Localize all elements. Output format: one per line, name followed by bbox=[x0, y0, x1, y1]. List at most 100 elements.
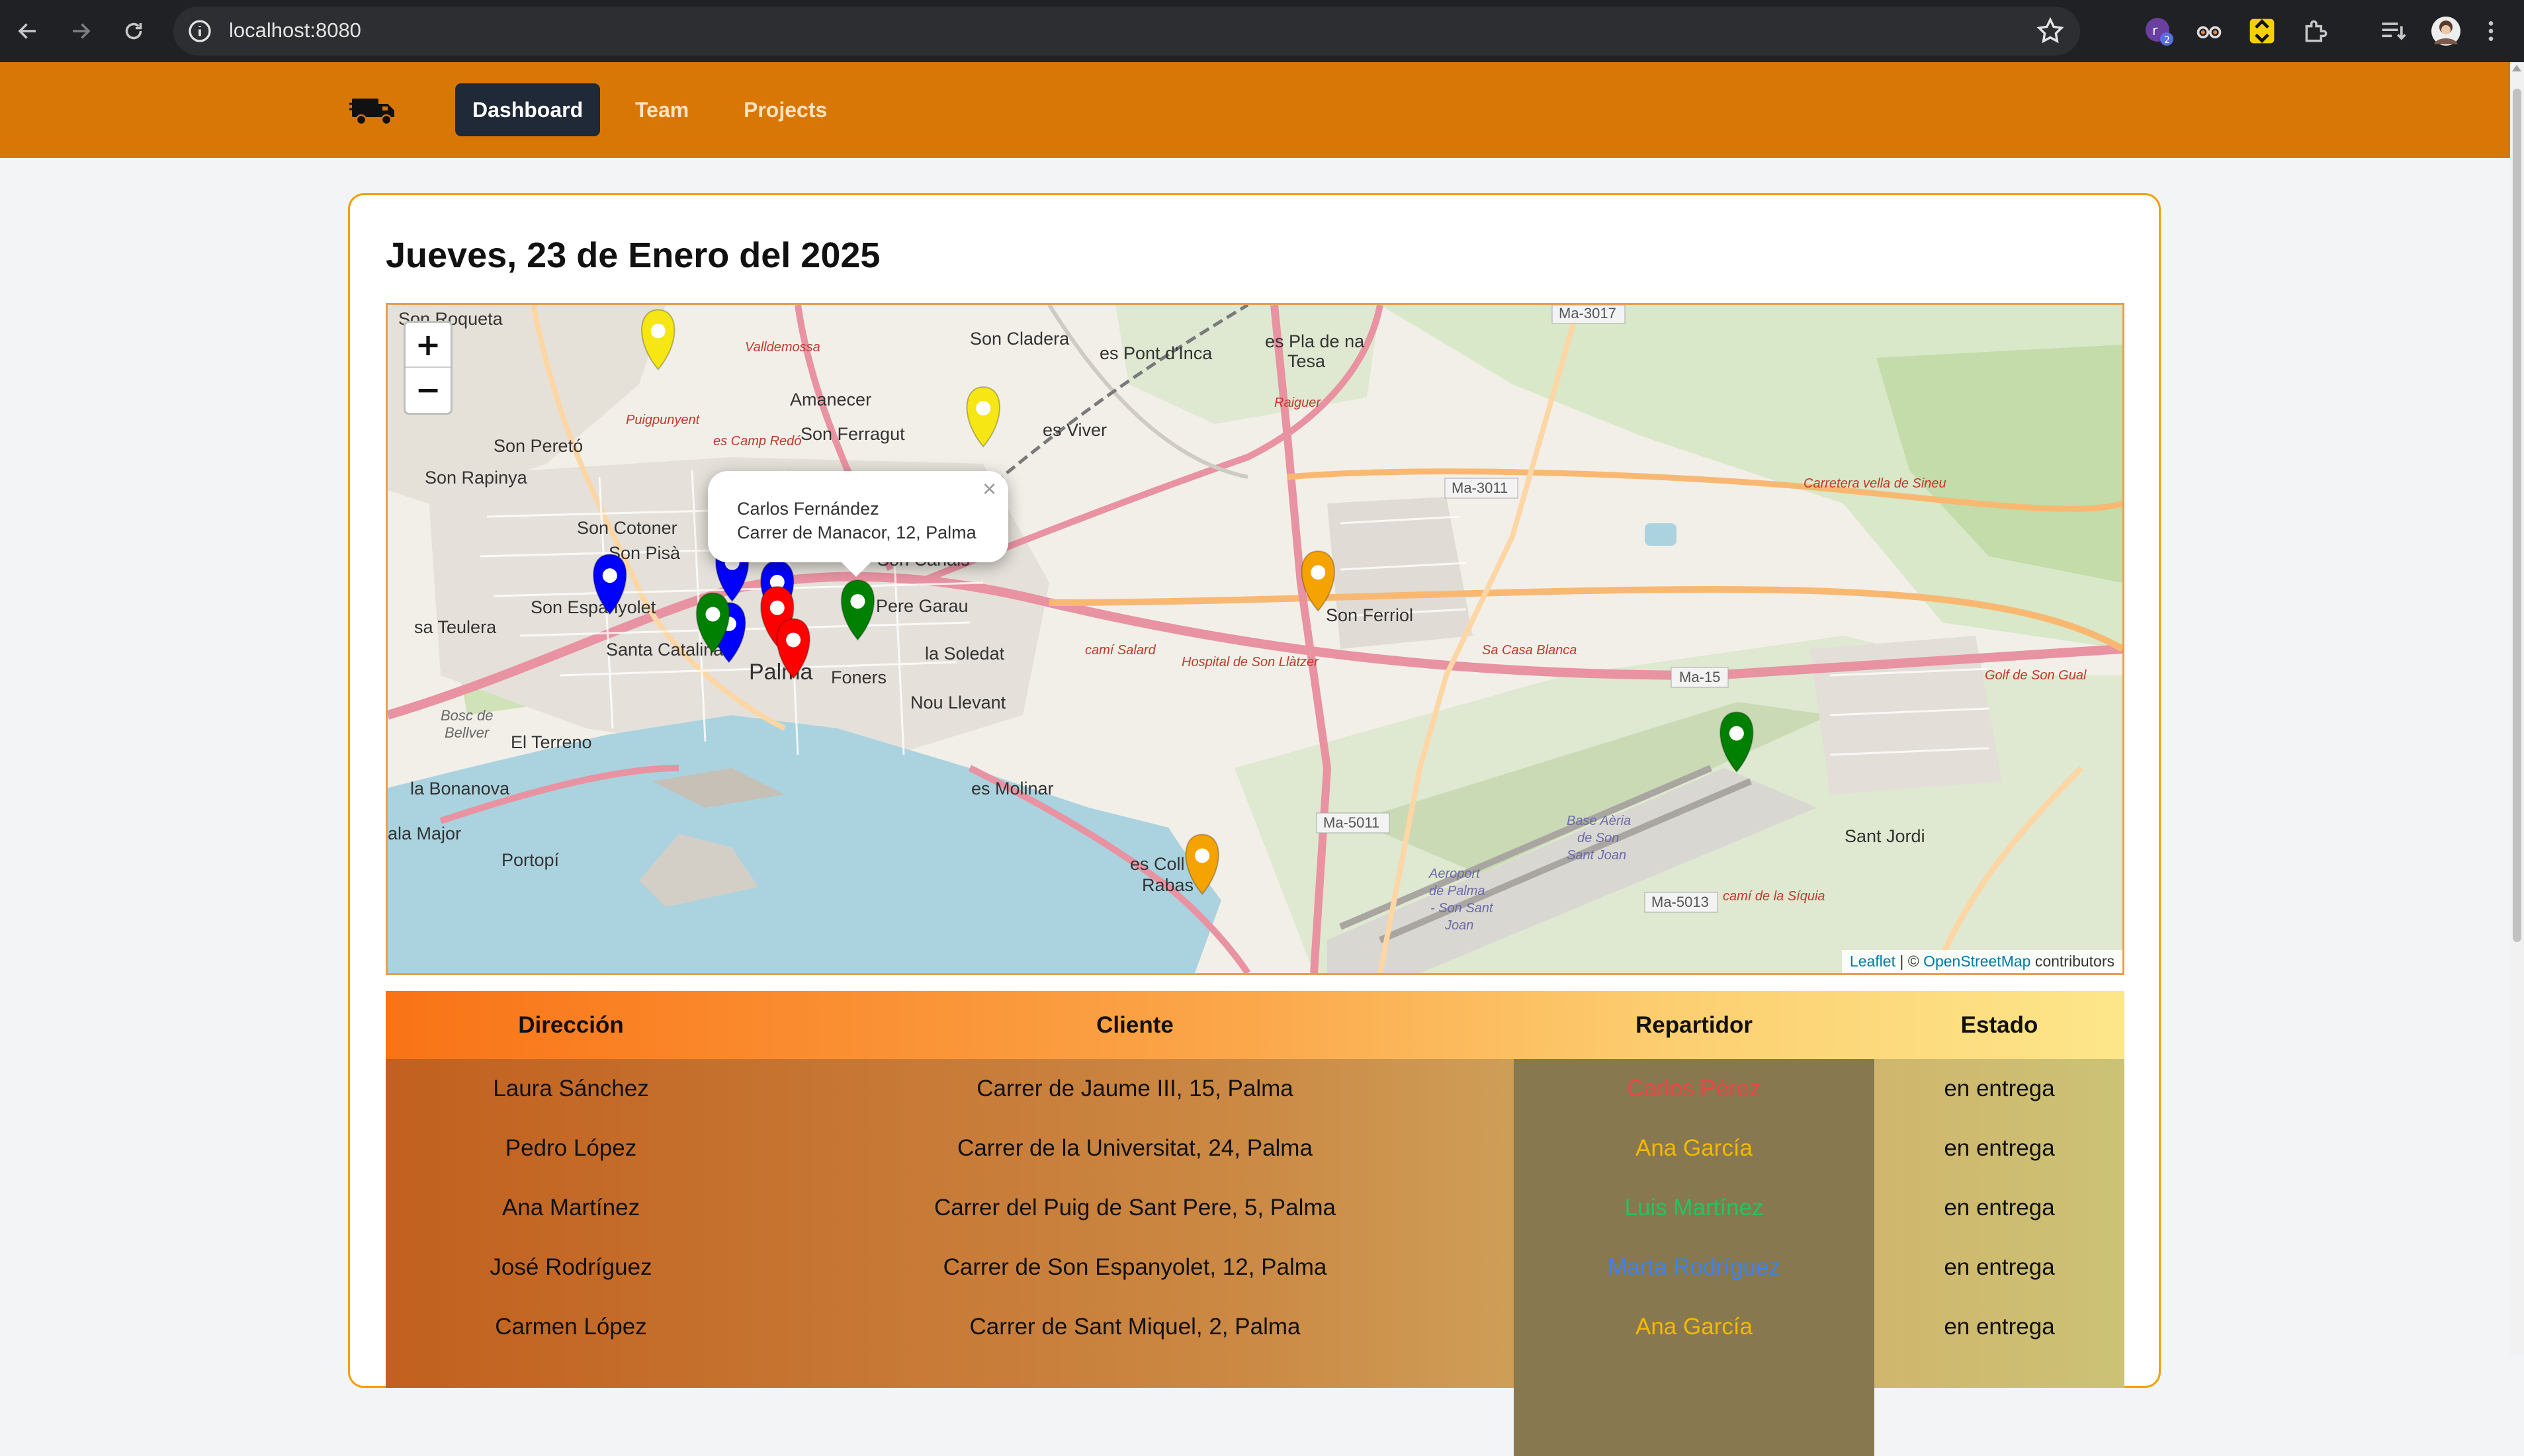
map-label-es-coll-1: es Coll bbox=[1130, 854, 1185, 874]
map-label-sa-teulera: sa Teulera bbox=[414, 617, 497, 637]
map-label-cami-siquia: camí de la Síquia bbox=[1723, 889, 1825, 904]
site-info-icon[interactable] bbox=[187, 18, 213, 44]
map-label-aeroport-4: Joan bbox=[1444, 918, 1473, 933]
scrollbar-thumb[interactable] bbox=[2513, 89, 2521, 942]
cell-repartidor: Carlos Pérez bbox=[1627, 1076, 1761, 1101]
attribution-separator: | © bbox=[1899, 953, 1919, 970]
attribution-suffix: contributors bbox=[2034, 953, 2114, 970]
extension-glasses-icon[interactable] bbox=[2191, 13, 2227, 49]
map-label-son-cladera: Son Cladera bbox=[970, 329, 1070, 349]
map-label-bosc-1: Bosc de bbox=[441, 707, 494, 724]
cell-direccion: Pedro López bbox=[505, 1135, 637, 1161]
map-label-puigpunyent: Puigpunyent bbox=[626, 413, 701, 427]
map-label-amanecer: Amanecer bbox=[790, 390, 871, 409]
map-label-base-aerea-3: Sant Joan bbox=[1567, 848, 1626, 863]
svg-text:r: r bbox=[2152, 22, 2158, 38]
map-label-ma5011: Ma-5011 bbox=[1323, 814, 1379, 831]
marker-popup: × Carlos Fernández Carrer de Manacor, 12… bbox=[708, 471, 1008, 577]
map-label-hospital: Hospital de Son Llàtzer bbox=[1182, 655, 1319, 669]
map-label-son-rapinya: Son Rapinya bbox=[425, 468, 528, 488]
bookmark-star-icon[interactable] bbox=[2035, 16, 2066, 46]
svg-text:2: 2 bbox=[2164, 35, 2170, 46]
profile-avatar[interactable] bbox=[2428, 13, 2464, 49]
map-label-valldemossa: Valldemossa bbox=[745, 340, 820, 355]
map-label-aeroport-1: Aeroport bbox=[1428, 867, 1481, 881]
map-label-base-aerea-2: de Son bbox=[1577, 831, 1619, 845]
back-icon[interactable] bbox=[9, 13, 46, 50]
map-label-base-aerea-1: Base Aèria bbox=[1567, 814, 1631, 828]
map-label-es-pla-2: Tesa bbox=[1287, 351, 1326, 371]
delivery-map[interactable]: Ma-3017 Ma-3011 Ma-15 Ma-5011 Ma-5013 So… bbox=[386, 303, 2124, 975]
map-label-es-pla-1: es Pla de na bbox=[1265, 331, 1365, 351]
map-tiles[interactable]: Ma-3017 Ma-3011 Ma-15 Ma-5011 Ma-5013 So… bbox=[388, 305, 2122, 973]
header-estado: Estado bbox=[1960, 1011, 2038, 1038]
cell-direccion: Carmen López bbox=[495, 1314, 647, 1340]
cell-estado: en entrega bbox=[1944, 1314, 2055, 1340]
cell-repartidor: Ana García bbox=[1635, 1314, 1753, 1340]
nav-link-team[interactable]: Team bbox=[618, 83, 706, 136]
reading-list-icon[interactable] bbox=[2375, 13, 2411, 49]
cell-direccion: Laura Sánchez bbox=[493, 1076, 649, 1101]
map-label-foners: Foners bbox=[831, 667, 887, 687]
nav-link-projects[interactable]: Projects bbox=[726, 83, 844, 136]
osm-link[interactable]: OpenStreetMap bbox=[1923, 953, 2030, 970]
cell-repartidor: Ana García bbox=[1635, 1135, 1753, 1161]
browser-menu-icon[interactable] bbox=[2473, 13, 2509, 49]
url-text: localhost:8080 bbox=[229, 19, 361, 42]
header-direccion: Dirección bbox=[518, 1011, 624, 1038]
map-attribution: Leaflet | © OpenStreetMap contributors bbox=[1841, 950, 2122, 973]
map-label-es-pont-dinca: es Pont d'Inca bbox=[1100, 343, 1213, 363]
cell-estado: en entrega bbox=[1944, 1195, 2055, 1220]
zoom-out-button[interactable]: − bbox=[406, 366, 451, 411]
map-label-es-coll-2: Rabas bbox=[1142, 875, 1194, 895]
browser-toolbar: localhost:8080 r2 bbox=[0, 0, 2524, 62]
map-label-el-terreno: El Terreno bbox=[511, 732, 592, 752]
map-label-ma15: Ma-15 bbox=[1679, 669, 1720, 685]
leaflet-link[interactable]: Leaflet bbox=[1850, 953, 1895, 970]
map-label-golf: Golf de Son Gual bbox=[1985, 668, 2087, 683]
map-label-son-ferragut: Son Ferragut bbox=[801, 424, 905, 444]
forward-icon[interactable] bbox=[62, 13, 99, 50]
app-navbar: Dashboard Team Projects bbox=[0, 62, 2510, 158]
scroll-up-arrow-icon[interactable] bbox=[2512, 65, 2521, 71]
map-label-sant-jordi: Sant Jordi bbox=[1845, 826, 1925, 846]
map-label-portopi: Portopí bbox=[501, 850, 560, 870]
zoom-control: + − bbox=[404, 321, 453, 415]
cell-cliente: Carrer de Sant Miquel, 2, Palma bbox=[969, 1314, 1301, 1340]
cell-estado: en entrega bbox=[1944, 1254, 2055, 1280]
cell-cliente: Carrer de Jaume III, 15, Palma bbox=[977, 1076, 1293, 1101]
map-label-la-bonanova: la Bonanova bbox=[410, 779, 510, 798]
map-label-carretera-sineu: Carretera vella de Sineu bbox=[1804, 476, 1946, 491]
extensions-puzzle-icon[interactable] bbox=[2298, 13, 2334, 49]
cell-estado: en entrega bbox=[1944, 1135, 2055, 1161]
cell-estado: en entrega bbox=[1944, 1076, 2055, 1101]
map-label-ma3017: Ma-3017 bbox=[1559, 305, 1616, 321]
cell-direccion: José Rodríguez bbox=[490, 1254, 652, 1280]
map-label-ma5013: Ma-5013 bbox=[1651, 894, 1709, 910]
nav-link-dashboard[interactable]: Dashboard bbox=[455, 83, 601, 136]
popup-name: Carlos Fernández bbox=[737, 499, 879, 519]
extension-p2-icon[interactable]: r2 bbox=[2141, 13, 2177, 49]
extension-yellow-icon[interactable] bbox=[2244, 13, 2280, 49]
map-label-ma3011: Ma-3011 bbox=[1452, 480, 1508, 496]
map-label-bosc-2: Bellver bbox=[445, 724, 490, 741]
reload-icon[interactable] bbox=[115, 13, 152, 50]
table-header: Dirección Cliente Repartidor Estado bbox=[386, 991, 2124, 1059]
map-label-raiguer: Raiguer bbox=[1274, 396, 1321, 410]
zoom-in-button[interactable]: + bbox=[406, 323, 451, 366]
map-label-cala-major: ala Major bbox=[388, 824, 461, 843]
cell-cliente: Carrer de la Universitat, 24, Palma bbox=[957, 1135, 1313, 1161]
address-bar[interactable]: localhost:8080 bbox=[173, 7, 2080, 56]
popup-close-button[interactable]: × bbox=[982, 475, 996, 503]
cell-direccion: Ana Martínez bbox=[501, 1195, 640, 1220]
header-repartidor: Repartidor bbox=[1635, 1011, 1753, 1038]
deliveries-table: Dirección Cliente Repartidor Estado Laur… bbox=[386, 991, 2124, 1456]
map-label-son-cotoner: Son Cotoner bbox=[577, 518, 677, 538]
page-scrollbar[interactable] bbox=[2510, 62, 2524, 1355]
popup-tip bbox=[840, 561, 872, 577]
map-label-es-viver: es Viver bbox=[1043, 420, 1107, 440]
truck-icon[interactable] bbox=[349, 91, 397, 130]
map-label-es-molinar: es Molinar bbox=[971, 779, 1054, 798]
map-label-sa-casa-blanca: Sa Casa Blanca bbox=[1482, 643, 1577, 658]
dashboard-card: Jueves, 23 de Enero del 2025 Ma-3017 Ma-… bbox=[348, 193, 2161, 1456]
